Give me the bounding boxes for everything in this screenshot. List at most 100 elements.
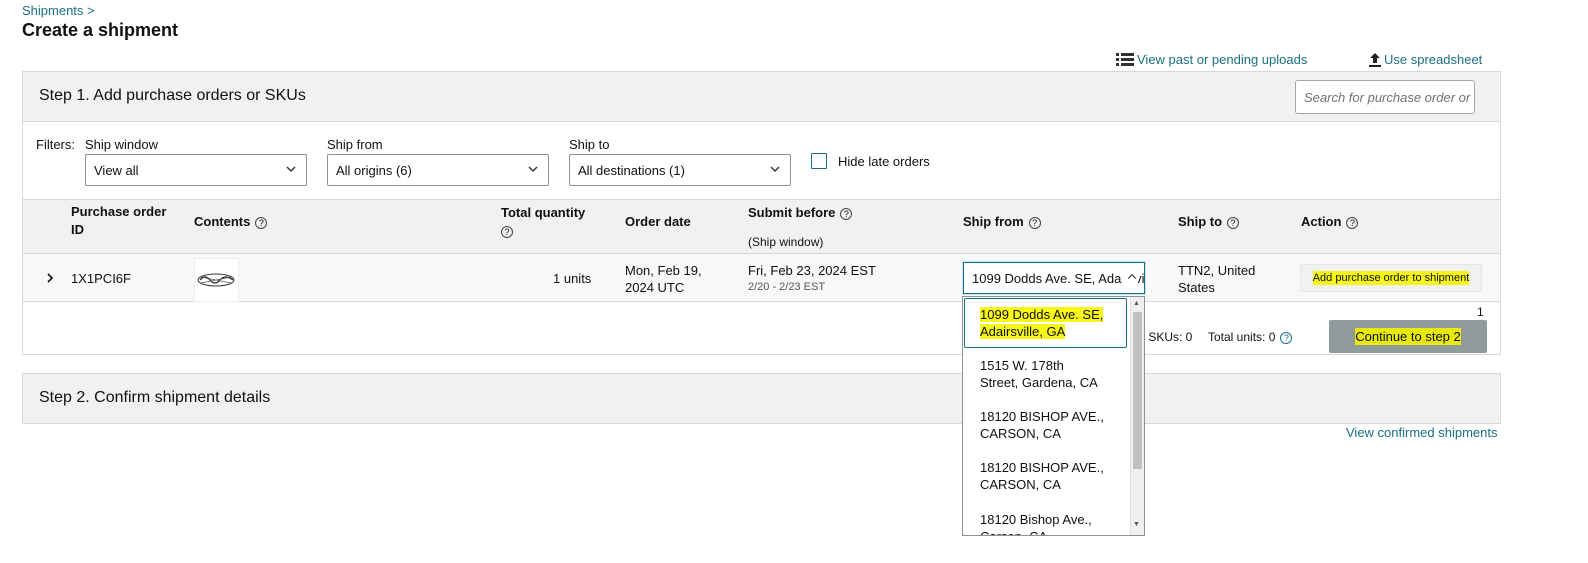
filters-label: Filters: (36, 137, 75, 152)
scroll-down-icon[interactable]: ▼ (1133, 521, 1140, 528)
submit-window-range: 2/20 - 2/23 EST (748, 281, 826, 293)
po-id-link[interactable]: 1X1PCI6F (71, 270, 131, 287)
step1-header: Step 1. Add purchase orders or SKUs Sear… (23, 72, 1500, 122)
ship-to-link[interactable]: TTN2, United States (1178, 262, 1255, 296)
th-total-quantity-label: Total quantity (501, 205, 586, 220)
dropdown-option[interactable]: 1099 Dodds Ave. SE, Adairsville, GA (980, 306, 1120, 340)
use-spreadsheet-link[interactable]: Use spreadsheet (1369, 52, 1482, 67)
add-purchase-order-button[interactable]: Add purchase order to shipment (1300, 264, 1482, 292)
step2-panel[interactable]: Step 2. Confirm shipment details (22, 373, 1501, 424)
table-header: Purchase order ID Contents? Total quanti… (23, 200, 1500, 254)
ship-to-line1: TTN2, United (1178, 263, 1256, 278)
view-uploads-label: View past or pending uploads (1137, 52, 1308, 67)
option-line2: CARSON, CA (980, 426, 1061, 441)
quantity-value: 1 units (553, 271, 592, 286)
continue-step2-label: Continue to step 2 (1355, 328, 1461, 345)
th-ship-window-note: (Ship window) (748, 235, 824, 249)
ship-to-filter-value: All destinations (1) (578, 163, 685, 178)
view-confirmed-shipments-link[interactable]: View confirmed shipments (1346, 425, 1498, 440)
dropdown-scrollbar[interactable]: ▲ ▼ (1130, 297, 1144, 535)
ship-from-filter-label: Ship from (327, 137, 383, 152)
search-input[interactable]: Search for purchase order or (1295, 80, 1475, 114)
help-icon[interactable]: ? (1028, 216, 1041, 229)
scroll-up-icon[interactable]: ▲ (1133, 300, 1140, 307)
help-icon[interactable]: ? (840, 207, 853, 220)
continue-step2-button[interactable]: Continue to step 2 (1329, 320, 1487, 353)
option-line1: 18120 BISHOP AVE., (980, 409, 1104, 424)
page-count: 1 (1477, 305, 1484, 319)
hide-late-orders-checkbox[interactable] (811, 153, 827, 169)
submit-before-value: Fri, Feb 23, 2024 EST 2/20 - 2/23 EST (748, 262, 876, 296)
ship-window-select[interactable]: View all (85, 154, 307, 186)
dropdown-option[interactable]: 18120 BISHOP AVE., CARSON, CA (980, 459, 1120, 493)
chevron-up-icon (1122, 270, 1138, 284)
list-icon (1116, 52, 1134, 66)
order-date-value: Mon, Feb 19, 2024 UTC (625, 262, 702, 296)
filters-bar: Filters: Ship window View all Ship from … (23, 122, 1500, 200)
dropdown-option[interactable]: 18120 Bishop Ave., Carson, CA (980, 511, 1120, 535)
total-units-label: Total units: 0 (1208, 330, 1276, 344)
ship-window-value: View all (94, 163, 139, 178)
help-icon[interactable]: ? (1280, 331, 1293, 344)
ship-to-line2: States (1178, 280, 1215, 295)
scrollbar-thumb[interactable] (1133, 312, 1142, 469)
total-units: Total units: 0? (1208, 329, 1293, 346)
th-total-quantity: Total quantity ? (501, 204, 585, 240)
th-contents-label: Contents (194, 214, 251, 229)
th-action-label: Action (1301, 214, 1342, 229)
product-thumbnail (194, 258, 239, 302)
use-spreadsheet-label: Use spreadsheet (1384, 52, 1483, 67)
th-purchase-order: Purchase order ID (71, 203, 166, 239)
product-image-icon (197, 273, 235, 287)
ship-to-filter-select[interactable]: All destinations (1) (569, 154, 791, 186)
add-purchase-order-label: Add purchase order to shipment (1312, 271, 1470, 285)
option-line1: 1515 W. 178th (980, 358, 1064, 373)
summary-bar: 1 r SKUs: 0 Total units: 0? Continue to … (23, 302, 1500, 354)
chevron-right-icon[interactable] (45, 272, 55, 284)
ship-window-label: Ship window (85, 137, 158, 152)
dropdown-option[interactable]: 1515 W. 178th Street, Gardena, CA (980, 357, 1120, 391)
order-date-line2: 2024 UTC (625, 280, 685, 295)
page-title: Create a shipment (22, 20, 179, 40)
ship-from-dropdown-list[interactable]: 1099 Dodds Ave. SE, Adairsville, GA 1515… (962, 296, 1145, 536)
hide-late-orders-label[interactable]: Hide late orders (838, 154, 930, 169)
th-submit-before-label: Submit before (748, 205, 836, 220)
ship-from-row-select[interactable]: 1099 Dodds Ave. SE, Adairsville, GA (963, 262, 1145, 294)
th-ship-from-label: Ship from (963, 214, 1024, 229)
th-action: Action? (1301, 213, 1359, 231)
help-icon[interactable]: ? (501, 225, 513, 238)
dropdown-option[interactable]: 18120 BISHOP AVE., CARSON, CA (980, 408, 1120, 442)
th-po-line2: ID (71, 222, 84, 237)
ship-from-row-value: 1099 Dodds Ave. SE, Adairsville, GA (972, 271, 1145, 286)
th-ship-to: Ship to? (1178, 213, 1240, 231)
th-ship-to-label: Ship to (1178, 214, 1223, 229)
ship-from-filter-select[interactable]: All origins (6) (327, 154, 549, 186)
option-line2: Adairsville, GA (980, 324, 1066, 339)
th-contents: Contents? (194, 213, 268, 231)
step2-title: Step 2. Confirm shipment details (39, 389, 271, 406)
th-submit-before: Submit before? (748, 204, 853, 222)
chevron-down-icon (770, 166, 780, 173)
help-icon[interactable]: ? (1346, 216, 1359, 229)
th-order-date: Order date (625, 214, 691, 229)
option-line2: CARSON, CA (980, 477, 1061, 492)
upload-icon (1369, 52, 1381, 67)
help-icon[interactable]: ? (1227, 216, 1240, 229)
help-icon[interactable]: ? (255, 216, 268, 229)
chevron-down-icon (286, 166, 296, 173)
ship-from-filter-value: All origins (6) (336, 163, 412, 178)
option-line1: 18120 Bishop Ave., (980, 512, 1092, 527)
skus-count: r SKUs: 0 (1141, 330, 1193, 344)
submit-before-date: Fri, Feb 23, 2024 EST (748, 263, 876, 278)
th-po-line1: Purchase order (71, 204, 167, 219)
ship-to-filter-label: Ship to (569, 137, 610, 152)
breadcrumb-shipments[interactable]: Shipments > (22, 3, 95, 18)
option-line2: Street, Gardena, CA (980, 375, 1098, 390)
chevron-down-icon (528, 166, 538, 173)
th-ship-from: Ship from? (963, 213, 1041, 231)
view-uploads-link[interactable]: View past or pending uploads (1116, 52, 1307, 67)
step2-header: Step 2. Confirm shipment details (23, 374, 1500, 423)
table-row: 1X1PCI6F 1 units Mon, Feb 19, 2024 UTC F… (23, 254, 1500, 302)
option-line1: 18120 BISHOP AVE., (980, 460, 1104, 475)
step1-panel: Step 1. Add purchase orders or SKUs Sear… (22, 71, 1501, 355)
